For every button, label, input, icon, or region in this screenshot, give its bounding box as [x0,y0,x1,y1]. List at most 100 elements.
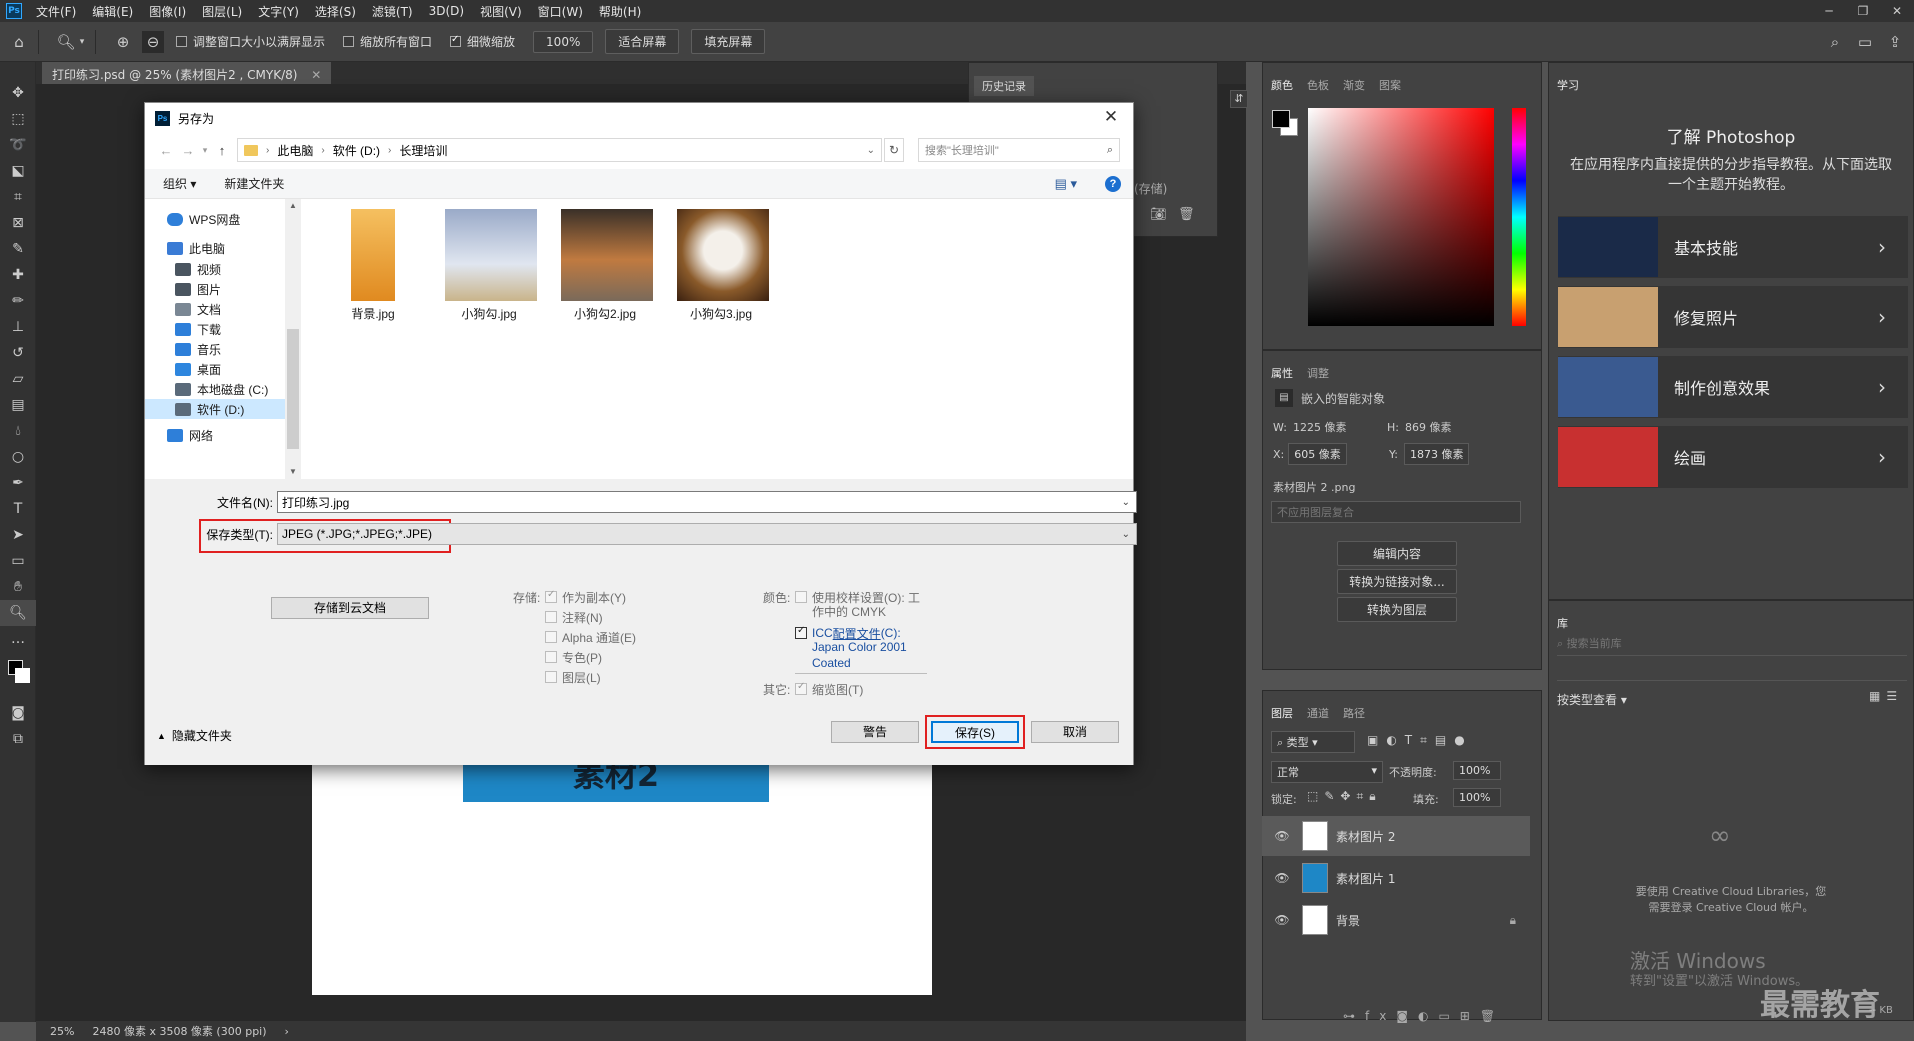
document-tab[interactable]: 打印练习.psd @ 25% (素材图片2 , CMYK/8) ✕ [42,62,332,84]
breadcrumb-drive-d[interactable]: 软件 (D:) [333,142,380,159]
nav-item-network[interactable]: 网络 [145,425,294,445]
warning-button[interactable]: 警告 [831,721,919,743]
library-search[interactable]: ⌕ 搜索当前库 [1557,635,1907,656]
tab-color[interactable]: 颜色 [1271,77,1293,93]
quick-mask-icon[interactable]: ◙ [0,700,36,726]
edit-contents-button[interactable]: 编辑内容 [1337,541,1457,566]
history-tab[interactable]: 历史记录 [974,76,1034,96]
file-item[interactable]: 小狗勾2.jpg [561,209,653,322]
marquee-tool-icon[interactable]: ⬚ [0,106,36,132]
chevron-down-icon[interactable]: ▾ [199,145,211,156]
checkbox[interactable] [795,681,807,695]
save-to-cloud-button[interactable]: 存储到云文档 [271,597,429,619]
home-icon[interactable]: ⌂ [8,31,30,53]
up-arrow-icon[interactable]: ↑ [211,143,233,158]
shape-tool-icon[interactable]: ▭ [0,548,36,574]
menu-help[interactable]: 帮助(H) [591,3,649,20]
lasso-tool-icon[interactable]: ➰ [0,132,36,158]
status-zoom[interactable]: 25% [50,1025,74,1038]
menu-file[interactable]: 文件(F) [28,3,84,20]
checkbox[interactable] [545,611,557,623]
zoom-in-icon[interactable]: ⊕ [112,31,134,53]
option-spot[interactable]: 专色(P) [545,647,636,667]
convert-layers-button[interactable]: 转换为图层 [1337,597,1457,622]
menu-edit[interactable]: 编辑(E) [84,3,141,20]
panel-collapse-icon[interactable]: ⇵ [1230,90,1248,108]
learn-card-painting[interactable]: 绘画 › [1558,426,1908,488]
restore-icon[interactable]: ❐ [1846,0,1880,22]
zoom-all-checkbox[interactable]: 缩放所有窗口 [343,33,432,50]
checkbox-box[interactable] [450,34,462,47]
width-value[interactable]: 1225 像素 [1293,419,1347,435]
opacity-field[interactable]: 100% [1453,761,1501,780]
lock-icons[interactable]: ⬚✎✥⌗🔒︎ [1307,789,1382,804]
option-alpha[interactable]: Alpha 通道(E) [545,627,636,647]
zoom-level-button[interactable]: 100% [533,30,594,53]
chevron-down-icon[interactable]: ⌄ [867,145,875,156]
brush-tool-icon[interactable]: ✏ [0,288,36,314]
layer-filter-select[interactable]: ⌕ 类型 ▾ [1271,731,1355,753]
organize-button[interactable]: 组织 ▾ [163,175,196,192]
layer-name[interactable]: 素材图片 2 [1336,828,1395,845]
learn-card-fix-photos[interactable]: 修复照片 › [1558,286,1908,348]
nav-item-desktop[interactable]: 桌面 [145,359,294,379]
more-tools-icon[interactable]: … [0,626,36,652]
fill-screen-button[interactable]: 填充屏幕 [691,29,766,54]
checkbox[interactable] [545,589,557,603]
layer-filter-icons[interactable]: ▣◐T⌗▤● [1367,733,1473,748]
resize-windows-checkbox[interactable]: 调整窗口大小以满屏显示 [176,33,325,50]
frame-tool-icon[interactable]: ⊠ [0,210,36,236]
close-window-icon[interactable]: ✕ [1880,0,1914,22]
checkbox[interactable] [545,671,557,683]
zoom-tool-icon[interactable]: 🔍︎ [55,31,77,53]
library-select[interactable] [1557,663,1907,681]
chevron-right-icon[interactable]: › [266,145,269,156]
forward-arrow-icon[interactable]: → [177,143,199,158]
stamp-tool-icon[interactable]: ⊥ [0,314,36,340]
layer-name[interactable]: 背景 [1336,912,1510,929]
cancel-button[interactable]: 取消 [1031,721,1119,743]
search-icon[interactable]: ⌕ [1824,31,1846,53]
gradient-tool-icon[interactable]: ▤ [0,392,36,418]
nav-item-drive-c[interactable]: 本地磁盘 (C:) [145,379,294,399]
tab-swatches[interactable]: 色板 [1307,77,1329,93]
menu-image[interactable]: 图像(I) [141,3,194,20]
hand-tool-icon[interactable]: ✋︎ [0,574,36,600]
checkbox[interactable] [795,625,807,639]
view-by-type-dropdown[interactable]: 按类型查看 ▾ [1557,691,1627,708]
tab-channels[interactable]: 通道 [1307,705,1329,721]
menu-type[interactable]: 文字(Y) [250,3,307,20]
option-as-copy[interactable]: 作为副本(Y) [545,587,636,607]
learn-card-basic[interactable]: 基本技能 › [1558,216,1908,278]
zoom-out-icon[interactable]: ⊖ [142,30,164,53]
crop-tool-icon[interactable]: ⌗ [0,184,36,210]
convert-linked-button[interactable]: 转换为链接对象... [1337,569,1457,594]
checkbox-box[interactable] [343,36,355,47]
menu-window[interactable]: 窗口(W) [530,3,591,20]
tab-layers[interactable]: 图层 [1271,705,1293,721]
nav-item-drive-d[interactable]: 软件 (D:) [145,399,285,419]
checkbox-box[interactable] [176,36,187,47]
screen-mode-icon[interactable]: ⧉ [0,726,36,752]
fit-screen-button[interactable]: 适合屏幕 [605,29,680,54]
close-tab-icon[interactable]: ✕ [311,68,321,82]
scrollbar-thumb[interactable] [287,329,299,449]
color-field[interactable] [1308,108,1494,326]
checkbox[interactable] [545,651,557,663]
hide-folders-toggle[interactable]: ▲ 隐藏文件夹 [157,727,232,744]
filename-input[interactable]: 打印练习.jpg ⌄ [277,491,1137,513]
chevron-right-icon[interactable]: › [388,145,391,156]
chevron-down-icon[interactable]: ⌄ [1122,497,1130,508]
tab-paths[interactable]: 路径 [1343,705,1365,721]
blend-mode-select[interactable]: 正常 ▾ [1271,761,1383,783]
scrubby-zoom-checkbox[interactable]: 细微缩放 [450,33,515,50]
background-color-swatch[interactable] [15,668,30,683]
tab-patterns[interactable]: 图案 [1379,77,1401,93]
eye-icon[interactable]: 👁︎ [1270,871,1294,885]
menu-filter[interactable]: 滤镜(T) [364,3,421,20]
color-swatches[interactable] [0,652,36,700]
eyedropper-tool-icon[interactable]: ✎ [0,236,36,262]
nav-item-downloads[interactable]: 下载 [145,319,294,339]
layer-row[interactable]: 👁︎ 素材图片 2 [1262,816,1530,856]
chevron-down-icon[interactable]: ▾ [77,31,87,53]
